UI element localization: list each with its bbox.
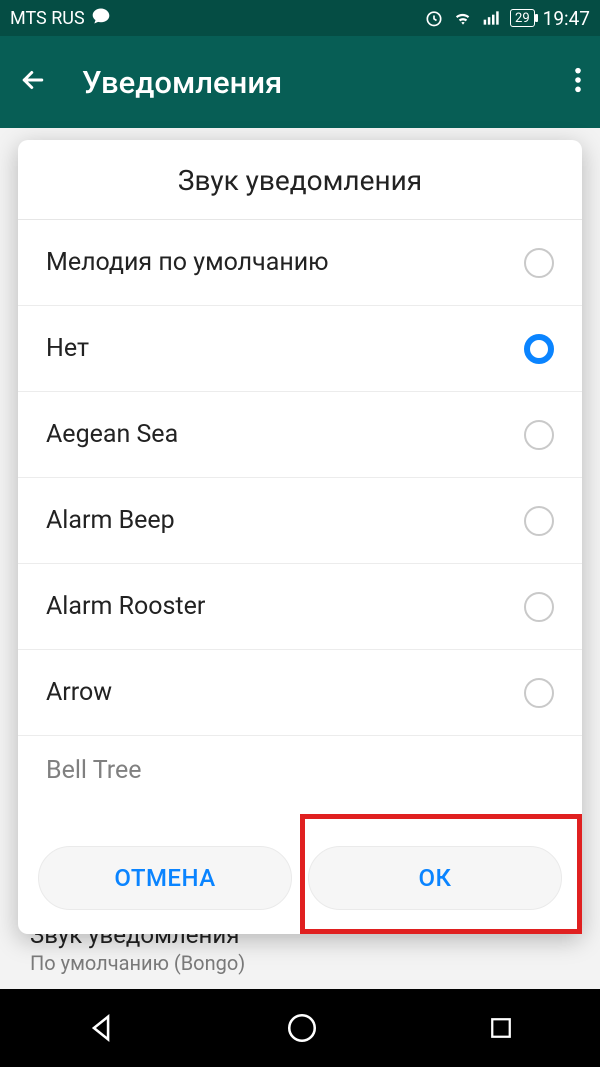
overflow-menu-icon[interactable] (574, 66, 582, 98)
back-icon[interactable] (18, 65, 48, 99)
alarm-icon (424, 8, 444, 28)
nav-back-icon[interactable] (84, 1011, 118, 1045)
sound-option-label: Alarm Rooster (46, 592, 205, 621)
radio-icon[interactable] (524, 248, 554, 278)
status-bar: MTS RUS 29 19:47 (0, 0, 600, 36)
ok-button[interactable]: ОК (308, 846, 562, 910)
nav-recent-icon[interactable] (486, 1013, 516, 1043)
sound-option-label: Нет (46, 334, 89, 363)
sound-option[interactable]: Aegean Sea (18, 392, 582, 478)
dialog-title: Звук уведомления (18, 140, 582, 220)
setting-row-subtitle: По умолчанию (Bongo) (30, 951, 570, 975)
sound-option-list[interactable]: Мелодия по умолчанию Нет Aegean Sea Alar… (18, 220, 582, 828)
radio-icon[interactable] (524, 678, 554, 708)
radio-icon[interactable] (524, 334, 554, 364)
sound-option[interactable]: Bell Tree (18, 736, 582, 789)
battery-indicator: 29 (510, 9, 535, 27)
clock: 19:47 (543, 7, 590, 30)
sound-option-label: Arrow (46, 678, 112, 707)
sound-option-label: Aegean Sea (46, 420, 178, 449)
android-navbar (0, 989, 600, 1067)
ok-button-label: ОК (418, 864, 451, 892)
app-bar: Уведомления (0, 36, 600, 128)
radio-icon[interactable] (524, 506, 554, 536)
sound-picker-dialog: Звук уведомления Мелодия по умолчанию Не… (18, 140, 582, 934)
signal-icon (482, 8, 502, 28)
sound-option-label: Alarm Beep (46, 506, 175, 535)
sound-option-label: Bell Tree (46, 756, 141, 785)
sound-option[interactable]: Нет (18, 306, 582, 392)
sound-option-label: Мелодия по умолчанию (46, 248, 329, 277)
sound-option[interactable]: Alarm Beep (18, 478, 582, 564)
radio-icon[interactable] (524, 420, 554, 450)
wifi-icon (452, 8, 474, 28)
chat-bubble-icon (91, 6, 111, 31)
nav-home-icon[interactable] (285, 1011, 319, 1045)
carrier-label: MTS RUS (10, 8, 85, 29)
sound-option[interactable]: Arrow (18, 650, 582, 736)
page-title: Уведомления (82, 64, 282, 101)
dialog-actions: ОТМЕНА ОК (18, 828, 582, 934)
cancel-button[interactable]: ОТМЕНА (38, 846, 292, 910)
sound-option[interactable]: Alarm Rooster (18, 564, 582, 650)
radio-icon[interactable] (524, 592, 554, 622)
cancel-button-label: ОТМЕНА (114, 864, 215, 892)
battery-percent: 29 (515, 11, 530, 26)
sound-option[interactable]: Мелодия по умолчанию (18, 220, 582, 306)
